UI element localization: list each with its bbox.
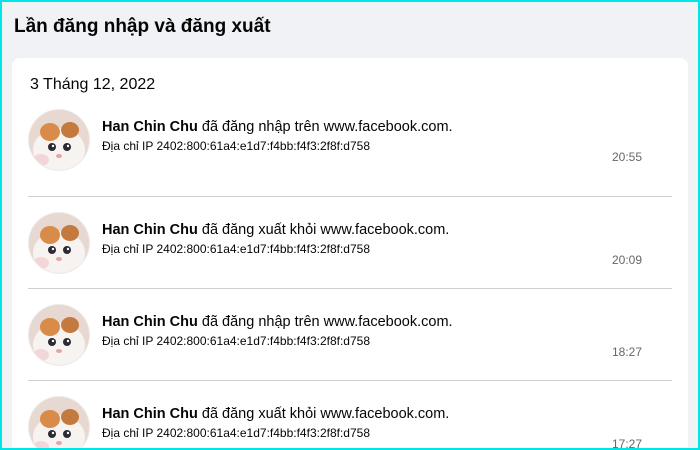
- cat-avatar-icon: [29, 305, 89, 365]
- avatar[interactable]: [29, 397, 89, 448]
- cat-avatar-icon: [29, 213, 89, 273]
- entry-time: 20:55: [611, 150, 642, 164]
- entry-message: Han Chin Chu đã đăng nhập trên www.faceb…: [102, 313, 642, 331]
- avatar[interactable]: [29, 213, 89, 273]
- entry-text: Han Chin Chu đã đăng xuất khỏi www.faceb…: [102, 405, 642, 441]
- activity-log-window: Lần đăng nhập và đăng xuất 3 Tháng 12, 2…: [2, 2, 698, 448]
- entry-action: đã đăng xuất khỏi www.facebook.com.: [201, 406, 450, 422]
- list-item[interactable]: Han Chin Chu đã đăng xuất khỏi www.faceb…: [12, 380, 688, 448]
- user-name[interactable]: Han Chin Chu: [102, 119, 198, 135]
- page-title: Lần đăng nhập và đăng xuất: [14, 16, 271, 37]
- ip-address: Địa chỉ IP 2402:800:61a4:e1d7:f4bb:f4f3:…: [102, 426, 370, 440]
- entry-message: Han Chin Chu đã đăng nhập trên www.faceb…: [102, 118, 642, 136]
- list-item[interactable]: Han Chin Chu đã đăng nhập trên www.faceb…: [12, 288, 688, 380]
- ip-address: Địa chỉ IP 2402:800:61a4:e1d7:f4bb:f4f3:…: [102, 139, 370, 153]
- avatar[interactable]: [29, 305, 89, 365]
- list-item[interactable]: Han Chin Chu đã đăng nhập trên www.faceb…: [12, 104, 688, 196]
- user-name[interactable]: Han Chin Chu: [102, 314, 198, 330]
- entry-text: Han Chin Chu đã đăng xuất khỏi www.faceb…: [102, 221, 642, 257]
- ip-address: Địa chỉ IP 2402:800:61a4:e1d7:f4bb:f4f3:…: [102, 242, 370, 256]
- entry-time: 18:27: [611, 345, 642, 359]
- date-heading: 3 Tháng 12, 2022: [30, 76, 156, 93]
- entry-action: đã đăng nhập trên www.facebook.com.: [201, 314, 453, 330]
- user-name[interactable]: Han Chin Chu: [102, 406, 198, 422]
- entry-action: đã đăng nhập trên www.facebook.com.: [201, 119, 453, 135]
- user-name[interactable]: Han Chin Chu: [102, 222, 198, 238]
- entry-time: 17:27: [611, 437, 642, 448]
- ip-address: Địa chỉ IP 2402:800:61a4:e1d7:f4bb:f4f3:…: [102, 334, 370, 348]
- activity-card: 3 Tháng 12, 2022 Han Chin Chu đã đăng nh…: [12, 58, 688, 448]
- entry-message: Han Chin Chu đã đăng xuất khỏi www.faceb…: [102, 221, 642, 239]
- entry-text: Han Chin Chu đã đăng nhập trên www.faceb…: [102, 118, 642, 154]
- cat-avatar-icon: [29, 397, 89, 448]
- entry-message: Han Chin Chu đã đăng xuất khỏi www.faceb…: [102, 405, 642, 423]
- cat-avatar-icon: [29, 110, 89, 170]
- entry-text: Han Chin Chu đã đăng nhập trên www.faceb…: [102, 313, 642, 349]
- entry-action: đã đăng xuất khỏi www.facebook.com.: [201, 222, 450, 238]
- list-item[interactable]: Han Chin Chu đã đăng xuất khỏi www.faceb…: [12, 196, 688, 288]
- entry-list: Han Chin Chu đã đăng nhập trên www.faceb…: [12, 104, 688, 448]
- avatar[interactable]: [29, 110, 89, 170]
- entry-time: 20:09: [611, 253, 642, 267]
